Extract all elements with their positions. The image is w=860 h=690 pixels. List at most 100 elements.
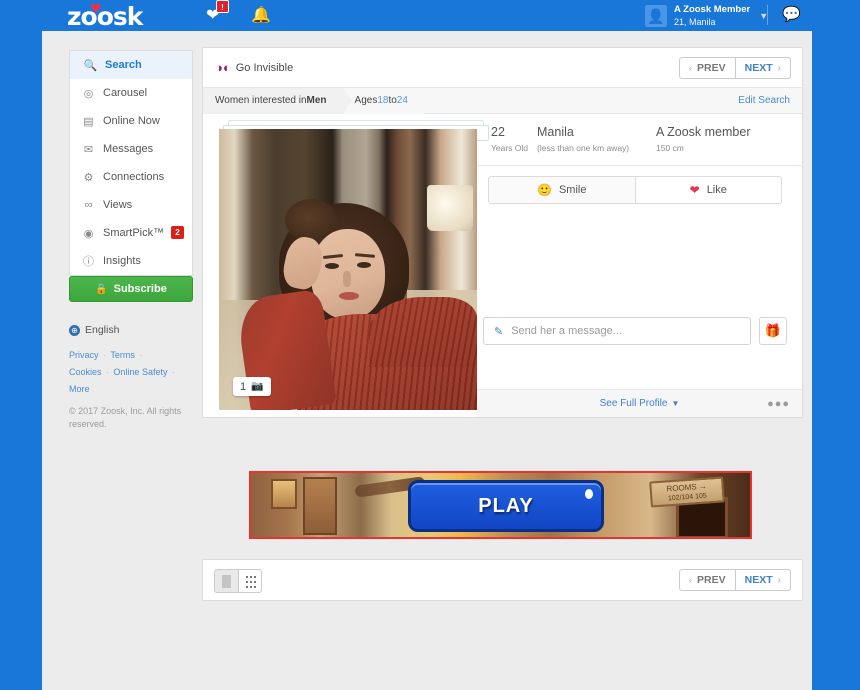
sidebar-item-online-now[interactable]: ▤ Online Now <box>70 107 192 135</box>
chevron-right-icon: › <box>777 574 781 586</box>
link-separator: · <box>139 350 143 360</box>
lock-icon: 🔒 <box>95 283 108 295</box>
profile-height: 150 cm <box>656 143 684 153</box>
pencil-icon: ✎ <box>494 325 504 338</box>
breadcrumb-gender-filter[interactable]: Women interested in Men <box>203 87 352 114</box>
heart-icon: ❤ <box>689 183 700 197</box>
profile-member-block: A Zoosk member 150 cm <box>656 125 796 153</box>
breadcrumb-age-from: 18 <box>377 95 389 106</box>
ad-play-label: PLAY <box>478 494 534 517</box>
notification-count-badge: ! <box>216 0 229 13</box>
go-invisible-button[interactable]: ◑◐ Go Invisible <box>215 60 293 75</box>
photo-eye-left <box>325 263 339 269</box>
link-separator: · <box>102 350 106 360</box>
profile-distance: (less than one km away) <box>537 143 630 153</box>
copyright-text: © 2017 Zoosk, Inc. All rights reserved. <box>69 406 182 429</box>
language-selector[interactable]: ⊕ English <box>69 324 119 336</box>
like-label: Like <box>706 184 727 196</box>
see-full-profile-link[interactable]: See Full Profile ▼ <box>600 398 680 409</box>
link-terms[interactable]: Terms <box>110 350 135 360</box>
sidebar-item-insights[interactable]: ⓘ Insights <box>70 247 192 275</box>
filter-breadcrumb: Women interested in Men Ages 18 to 24 Ed… <box>203 87 802 114</box>
bell-icon[interactable]: 🔔 <box>251 5 271 25</box>
message-bubble-icon[interactable]: 💬 <box>782 5 801 23</box>
ad-play-button[interactable]: PLAY <box>408 480 604 532</box>
language-label: English <box>85 324 120 336</box>
prev-label: PREV <box>697 574 726 586</box>
ad-play-glint <box>585 489 593 499</box>
edit-search-link[interactable]: Edit Search <box>738 95 790 106</box>
profile-age-value: 22 <box>491 125 505 139</box>
photo-nose <box>343 271 351 287</box>
profile-card: ◑◐ Go Invisible ‹ PREV NEXT › Women inte… <box>202 47 804 418</box>
breadcrumb-age-pre: Ages <box>354 95 378 106</box>
sidebar-item-label: Views <box>103 199 133 211</box>
smartpick-count-badge: 2 <box>171 226 184 239</box>
sidebar-item-carousel[interactable]: ◎ Carousel <box>70 79 192 107</box>
message-row: ✎ Send her a message... 🎁 <box>483 317 787 345</box>
sidebar-item-messages[interactable]: ✉ Messages <box>70 135 192 163</box>
like-button[interactable]: ❤ Like <box>635 176 782 204</box>
next-button-top[interactable]: NEXT › <box>734 57 791 79</box>
single-view-icon <box>222 574 231 588</box>
account-subtitle: 21, Manila <box>674 17 716 27</box>
zoosk-logo[interactable]: zoosk ♥ <box>67 2 143 31</box>
sidebar-item-label: Messages <box>103 143 154 155</box>
message-placeholder: Send her a message... <box>511 325 622 337</box>
profile-card-footer: See Full Profile ▼ ●●● <box>477 389 802 417</box>
sidebar-item-connections[interactable]: ⚙ Connections <box>70 163 192 191</box>
sidebar-item-search[interactable]: 🔍 Search <box>70 51 192 79</box>
sidebar-item-label: SmartPick™ <box>103 227 165 239</box>
profile-action-buttons: 🙂 Smile ❤ Like <box>488 176 782 204</box>
sidebar-item-label: Carousel <box>103 87 148 99</box>
breadcrumb-age-to: 24 <box>396 95 408 106</box>
link-more[interactable]: More <box>69 384 90 394</box>
single-view-button[interactable] <box>214 569 238 593</box>
link-privacy[interactable]: Privacy <box>69 350 99 360</box>
link-cookies[interactable]: Cookies <box>69 367 102 377</box>
chevron-left-icon: ‹ <box>688 574 693 586</box>
next-button-bottom[interactable]: NEXT › <box>734 569 791 591</box>
profile-location-block: Manila (less than one km away) <box>537 125 656 153</box>
smiley-icon: 🙂 <box>537 183 552 197</box>
ad-rooms-sign: ROOMS → 102/104 105 <box>649 476 725 508</box>
account-menu[interactable]: 👤 A Zoosk Member 21, Manila ▼ <box>645 3 768 29</box>
photo-shoulder <box>369 297 477 367</box>
link-online-safety[interactable]: Online Safety <box>113 367 167 377</box>
top-pagination: ‹ PREV NEXT › <box>678 57 791 79</box>
subscribe-label: Subscribe <box>113 283 167 295</box>
go-invisible-bar: ◑◐ Go Invisible ‹ PREV NEXT › <box>203 48 802 88</box>
sidebar-item-views[interactable]: ∞ Views <box>70 191 192 219</box>
chevron-left-icon: ‹ <box>688 62 693 74</box>
sidebar-item-smartpick[interactable]: ◉ SmartPick™ 2 <box>70 219 192 247</box>
smartpick-icon: ◉ <box>83 227 94 240</box>
grid-view-button[interactable] <box>238 569 262 593</box>
profile-age-block: 22 Years Old <box>491 125 537 153</box>
bottom-toolbar: ‹ PREV NEXT › <box>202 559 803 601</box>
carousel-icon: ◎ <box>83 87 94 100</box>
subscribe-button[interactable]: 🔒 Subscribe <box>69 276 193 302</box>
gift-button[interactable]: 🎁 <box>759 317 787 345</box>
photo-lamp <box>427 185 473 231</box>
profile-photo[interactable]: 1 📷 <box>219 129 477 410</box>
envelope-icon: ✉ <box>83 143 94 156</box>
glasses-icon: ∞ <box>84 199 93 211</box>
main-content: ◑◐ Go Invisible ‹ PREV NEXT › Women inte… <box>202 47 804 418</box>
legal-links: Privacy · Terms · Cookies · Online Safet… <box>69 346 193 397</box>
profile-info-bar: 22 Years Old Manila (less than one km aw… <box>477 114 804 166</box>
search-icon: 🔍 <box>83 59 98 72</box>
prev-button-bottom[interactable]: ‹ PREV <box>678 569 735 591</box>
more-options-icon[interactable]: ●●● <box>767 398 790 410</box>
grid-view-icon <box>243 574 257 588</box>
photo-lips <box>339 292 359 300</box>
insights-icon: ⓘ <box>83 256 94 268</box>
breadcrumb-gender-pre: Women interested in <box>215 95 307 106</box>
message-input[interactable]: ✎ Send her a message... <box>483 317 751 345</box>
prev-button-top[interactable]: ‹ PREV <box>678 57 735 79</box>
advertisement-banner[interactable]: ROOMS → 102/104 105 PLAY <box>249 471 752 539</box>
sidebar-nav: 🔍 Search ◎ Carousel ▤ Online Now ✉ Messa… <box>69 50 193 276</box>
smile-button[interactable]: 🙂 Smile <box>488 176 636 204</box>
ad-wall-frame <box>303 477 337 535</box>
breadcrumb-age-filter[interactable]: Ages 18 to 24 <box>342 87 434 114</box>
sidebar-item-label: Online Now <box>103 115 160 127</box>
